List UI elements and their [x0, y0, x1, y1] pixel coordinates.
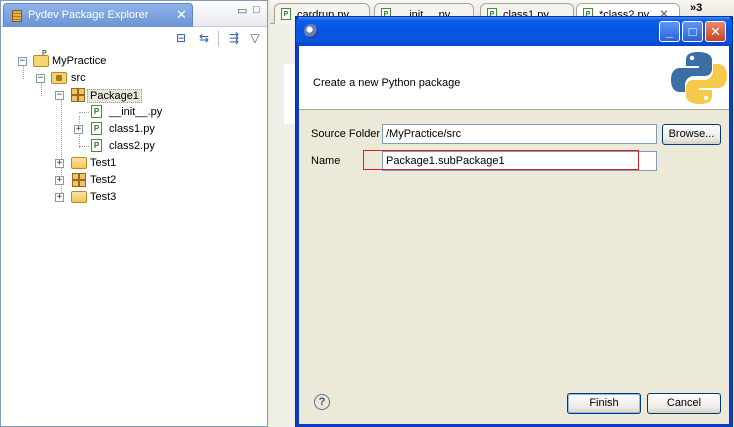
- name-field-highlight: [363, 150, 639, 170]
- collapse-icon[interactable]: −: [55, 91, 64, 100]
- close-button[interactable]: ✕: [705, 21, 726, 42]
- explorer-tab-bar: Pydev Package Explorer ✕ ▭ □: [1, 1, 267, 27]
- tree-item-class2-py[interactable]: P class2.py: [1, 138, 201, 154]
- finish-button[interactable]: Finish: [567, 393, 641, 414]
- maximize-view-icon[interactable]: □: [253, 4, 260, 16]
- eclipse-icon: [304, 24, 318, 38]
- help-icon[interactable]: ?: [314, 394, 330, 410]
- more-tabs-button[interactable]: »3: [690, 2, 702, 14]
- maximize-button[interactable]: □: [682, 21, 703, 42]
- tree-item-label: Package1: [87, 89, 142, 103]
- dialog-header: Create a new Python package: [299, 46, 729, 110]
- tree-item-mypractice[interactable]: − MyPractice: [1, 50, 201, 69]
- folder-icon: [71, 191, 87, 203]
- package-icon: [72, 173, 86, 187]
- editor-gutter: [270, 24, 296, 427]
- tree-item-src[interactable]: − src: [1, 70, 201, 86]
- tree-item-class1-py[interactable]: + P class1.py: [1, 121, 201, 137]
- tree-item-test2[interactable]: + Test2: [1, 172, 201, 188]
- dialog-message: Create a new Python package: [313, 77, 461, 89]
- tree-item-label: Test2: [90, 174, 117, 186]
- editor-gutter-mark: [284, 64, 296, 124]
- expand-icon[interactable]: +: [74, 125, 83, 134]
- folder-icon: [71, 157, 87, 169]
- explorer-tab[interactable]: Pydev Package Explorer ✕: [3, 3, 193, 27]
- tree-item-label: Test1: [90, 157, 117, 169]
- package-icon: [71, 88, 85, 102]
- filters-icon[interactable]: ⇶: [226, 30, 242, 46]
- tree-item-label: src: [71, 72, 86, 84]
- python-logo-icon: [671, 52, 727, 104]
- dialog-title-bar[interactable]: _ □ ✕: [296, 17, 732, 46]
- tree-item-label: Test3: [90, 191, 117, 203]
- new-package-dialog: _ □ ✕ Create a new Python package Source…: [296, 17, 732, 427]
- tree-item-label: class2.py: [109, 140, 155, 152]
- tree-item-init-py[interactable]: P __init__.py: [1, 104, 201, 120]
- toolbar-separator: [218, 31, 219, 47]
- tree-item-test1[interactable]: + Test1: [1, 155, 201, 171]
- link-with-editor-icon[interactable]: ⇆: [196, 30, 212, 46]
- tree-item-package1[interactable]: − Package1: [1, 87, 201, 103]
- python-file-icon: P: [91, 105, 102, 118]
- explorer-tab-label: Pydev Package Explorer: [28, 9, 149, 21]
- explorer-toolbar: ⊟ ⇆ ⇶ ▽: [1, 27, 267, 51]
- tree-item-label: class1.py: [109, 123, 155, 135]
- close-icon[interactable]: ✕: [176, 7, 187, 23]
- package-explorer-icon: [12, 10, 22, 22]
- python-file-icon: P: [281, 8, 291, 20]
- collapse-all-icon[interactable]: ⊟: [173, 30, 189, 46]
- minimize-button[interactable]: _: [659, 21, 680, 42]
- cancel-button[interactable]: Cancel: [647, 393, 721, 414]
- python-file-icon: P: [91, 122, 102, 135]
- tree-item-test3[interactable]: + Test3: [1, 189, 201, 205]
- collapse-icon[interactable]: −: [36, 74, 45, 83]
- expand-icon[interactable]: +: [55, 193, 64, 202]
- source-folder-input[interactable]: [382, 124, 657, 144]
- source-folder-label: Source Folder: [311, 128, 381, 140]
- expand-icon[interactable]: +: [55, 176, 64, 185]
- name-label: Name: [311, 155, 341, 167]
- minimize-view-icon[interactable]: ▭: [237, 4, 247, 17]
- python-file-icon: P: [91, 139, 102, 152]
- package-explorer-view: Pydev Package Explorer ✕ ▭ □ ⊟ ⇆ ⇶ ▽ − M…: [0, 0, 268, 427]
- tree-item-label: MyPractice: [52, 55, 107, 67]
- tree-item-label: __init__.py: [109, 106, 163, 118]
- collapse-icon[interactable]: −: [18, 57, 27, 66]
- view-menu-chevron-down-icon[interactable]: ▽: [247, 30, 263, 46]
- source-folder-icon: [51, 72, 67, 84]
- expand-icon[interactable]: +: [55, 159, 64, 168]
- project-icon: [33, 50, 49, 67]
- browse-button[interactable]: Browse...: [662, 124, 721, 145]
